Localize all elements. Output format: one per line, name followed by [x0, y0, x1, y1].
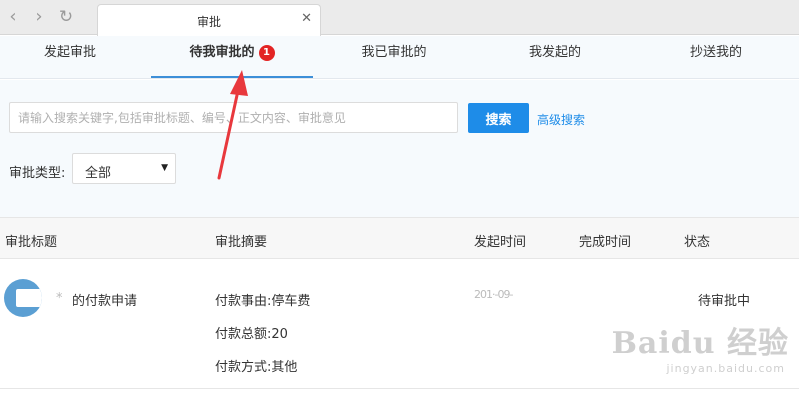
- status-badge: 待审批中: [698, 294, 751, 309]
- advanced-search-link[interactable]: 高级搜索: [537, 111, 585, 128]
- notification-badge: 1: [258, 45, 275, 61]
- reload-icon[interactable]: ↻: [57, 7, 75, 27]
- browser-tab[interactable]: 审批 ✕: [97, 4, 321, 36]
- search-input[interactable]: [9, 102, 458, 133]
- summary-line: 付款方式:其他: [215, 360, 298, 375]
- approval-title: 的付款申请: [72, 294, 138, 309]
- start-time: 201·-09-: [474, 288, 513, 301]
- column-header-title: 审批标题: [5, 235, 58, 250]
- close-icon[interactable]: ✕: [301, 11, 312, 26]
- tab-label: 抄送我的: [689, 45, 742, 60]
- column-header-finish-time: 完成时间: [579, 235, 632, 250]
- summary-line: 付款事由:停车费: [215, 294, 311, 309]
- approval-tabbar: 发起审批 待我审批的 1 我已审批的 我发起的 抄送我的: [0, 36, 799, 79]
- tab-label: 我发起的: [528, 45, 581, 60]
- approval-type-value: 全部: [85, 166, 112, 181]
- search-button[interactable]: 搜索: [468, 103, 529, 133]
- browser-tab-title: 审批: [196, 15, 221, 29]
- summary-line: 付款总额:20: [215, 327, 288, 342]
- column-header-summary: 审批摘要: [215, 235, 268, 250]
- tab-label: 发起审批: [43, 45, 96, 60]
- approval-type-select[interactable]: 全部 ▼: [72, 153, 176, 184]
- title-blurred-prefix: *: [56, 291, 62, 306]
- avatar: [4, 279, 42, 317]
- tab-label: 我已审批的: [361, 45, 427, 60]
- watermark: Baidu 经验 jingyan.baidu.com: [609, 318, 789, 388]
- tab-pending-my-approval[interactable]: 待我审批的 1: [151, 36, 313, 78]
- tab-approved-by-me[interactable]: 我已审批的: [314, 36, 474, 78]
- approval-type-label: 审批类型:: [9, 166, 66, 181]
- column-header-start-time: 发起时间: [474, 235, 527, 250]
- back-icon[interactable]: ‹: [4, 7, 22, 27]
- tab-initiated-by-me[interactable]: 我发起的: [475, 36, 635, 78]
- tab-label: 待我审批的: [189, 45, 255, 60]
- search-panel: 搜索 高级搜索 审批类型: 全部 ▼: [0, 80, 799, 217]
- watermark-logo: Baidu 经验: [611, 326, 789, 361]
- table-header: 审批标题 审批摘要 发起时间 完成时间 状态: [0, 217, 799, 259]
- watermark-url: jingyan.baidu.com: [666, 362, 785, 375]
- column-header-status: 状态: [684, 235, 711, 250]
- tab-initiate-approval[interactable]: 发起审批: [0, 36, 140, 78]
- chevron-down-icon: ▼: [161, 163, 168, 173]
- forward-icon[interactable]: ›: [30, 7, 48, 27]
- browser-toolbar: ‹ › ↻ 审批 ✕: [0, 0, 799, 36]
- tab-cc-to-me[interactable]: 抄送我的: [636, 36, 796, 78]
